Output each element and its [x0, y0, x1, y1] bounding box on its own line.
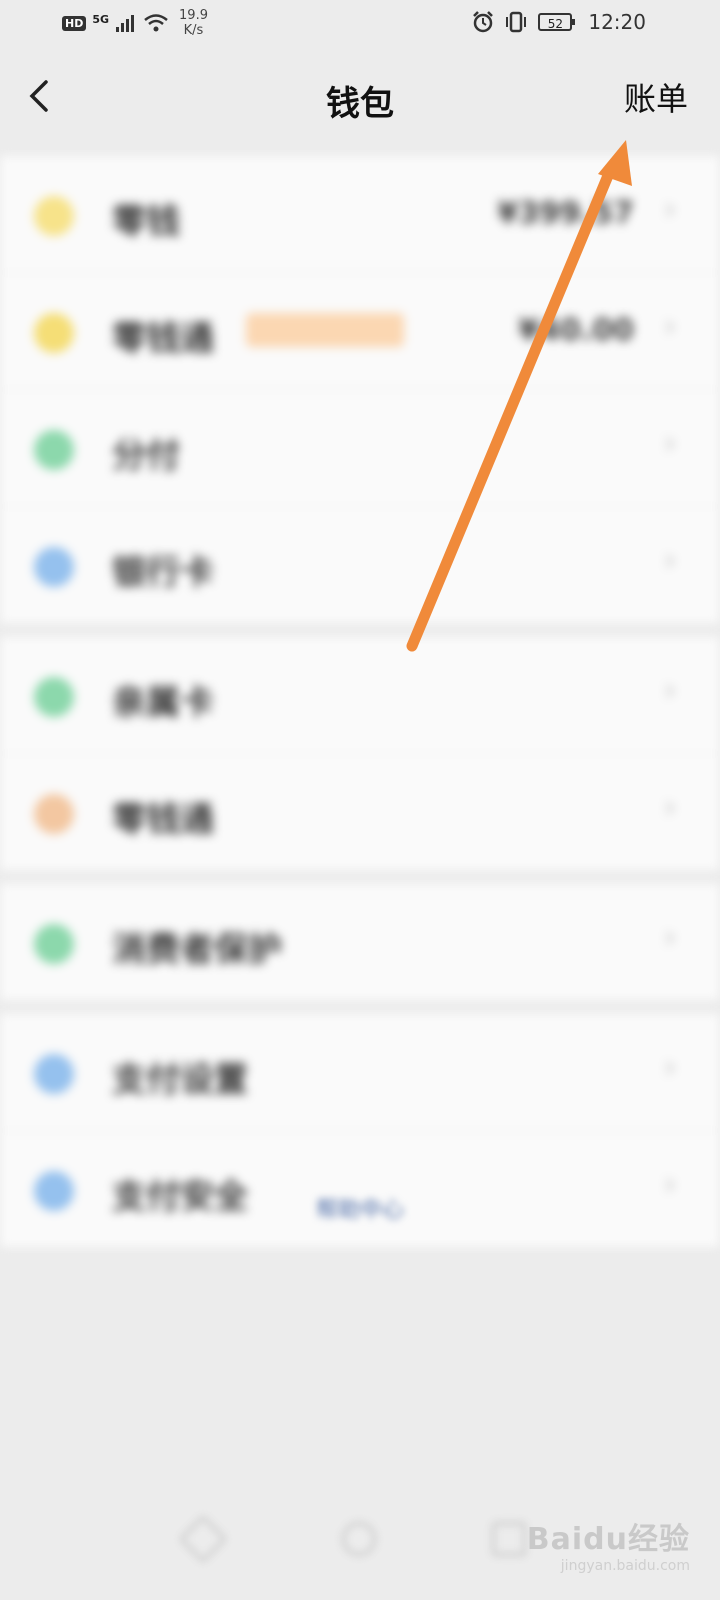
status-bar: HD 5G 19.9 K/s 52 12:20 [0, 0, 720, 50]
chevron-right-icon: › [664, 673, 676, 708]
chevron-right-icon: › [664, 309, 676, 344]
chevron-right-icon: › [664, 192, 676, 227]
chevron-right-icon: › [664, 543, 676, 578]
wallet-row[interactable]: 支付设置 › [0, 1014, 720, 1131]
chevron-right-icon: › [664, 426, 676, 461]
battery-level: 52 [547, 17, 563, 31]
wallet-row[interactable]: 分付 › [0, 390, 720, 507]
net-speed-unit: K/s [183, 23, 204, 38]
help-center-link[interactable]: 帮助中心 [0, 1192, 720, 1224]
wallet-row[interactable]: 支付安全 › [0, 1131, 720, 1247]
wallet-list: 零钱 ¥399.57 › 零钱通 ¥40.00 › 分付 › 银行卡 › 亲属卡 › 零钱通 › 消费者保护… [0, 156, 720, 1600]
clock-icon [34, 794, 74, 834]
status-time: 12:20 [588, 10, 646, 34]
installment-icon [34, 430, 74, 470]
settings-icon [34, 1054, 74, 1094]
wallet-row-label: 亲属卡 [112, 683, 214, 723]
wallet-row-value: ¥399.57 [497, 196, 634, 231]
wallet-row-label: 支付设置 [112, 1060, 248, 1100]
status-right: 52 12:20 [472, 10, 646, 34]
alarm-icon [473, 11, 494, 33]
wallet-row-label: 银行卡 [112, 553, 214, 593]
shield-icon [34, 924, 74, 964]
wallet-row[interactable]: 零钱 ¥399.57 › [0, 156, 720, 273]
chevron-right-icon: › [664, 1050, 676, 1085]
net-speed: 19.9 K/s [179, 8, 208, 38]
bill-button[interactable]: 账单 [624, 74, 688, 120]
nav-header: 钱包 账单 [0, 50, 720, 156]
promo-badge [246, 313, 404, 347]
wallet-row-label: 分付 [112, 436, 180, 476]
watermark-main: Baidu经验 [526, 1522, 690, 1557]
nav-recent-button[interactable] [492, 1522, 526, 1556]
signal-icon [116, 15, 135, 32]
battery-icon: 52 [538, 13, 576, 31]
wallet-row[interactable]: 消费者保护 › [0, 884, 720, 1000]
chevron-right-icon: › [664, 790, 676, 825]
wallet-group: 亲属卡 › 零钱通 › [0, 637, 720, 870]
wallet-row[interactable]: 亲属卡 › [0, 637, 720, 754]
page-title: 钱包 [326, 84, 394, 124]
family-card-icon [34, 677, 74, 717]
wallet-row[interactable]: 零钱通 ¥40.00 › [0, 273, 720, 390]
wallet-row-label: 零钱通 [112, 319, 214, 359]
wallet-row-label: 零钱通 [112, 800, 214, 840]
wallet-row[interactable]: 银行卡 › [0, 507, 720, 623]
nav-back-button[interactable] [178, 1514, 228, 1564]
hd-icon: HD [62, 15, 87, 31]
chevron-right-icon: › [664, 920, 676, 955]
vibrate-icon [506, 11, 527, 33]
wallet-group: 零钱 ¥399.57 › 零钱通 ¥40.00 › 分付 › 银行卡 › [0, 156, 720, 623]
status-left: HD 5G 19.9 K/s [62, 8, 208, 38]
coin-icon [34, 196, 74, 236]
diamond-icon [34, 313, 74, 353]
wallet-row-value: ¥40.00 [518, 313, 634, 348]
wallet-group: 消费者保护 › [0, 884, 720, 1000]
wallet-row[interactable]: 零钱通 › [0, 754, 720, 870]
wallet-row-label: 消费者保护 [112, 930, 282, 970]
wallet-row-label: 零钱 [112, 202, 180, 242]
card-icon [34, 547, 74, 587]
net-speed-value: 19.9 [179, 8, 208, 23]
wifi-icon [144, 14, 168, 32]
watermark-sub: jingyan.baidu.com [560, 1558, 690, 1574]
network-type: 5G [92, 12, 110, 26]
baidu-watermark: Baidu经验 jingyan.baidu.com [527, 1514, 690, 1574]
nav-home-button[interactable] [342, 1522, 376, 1556]
